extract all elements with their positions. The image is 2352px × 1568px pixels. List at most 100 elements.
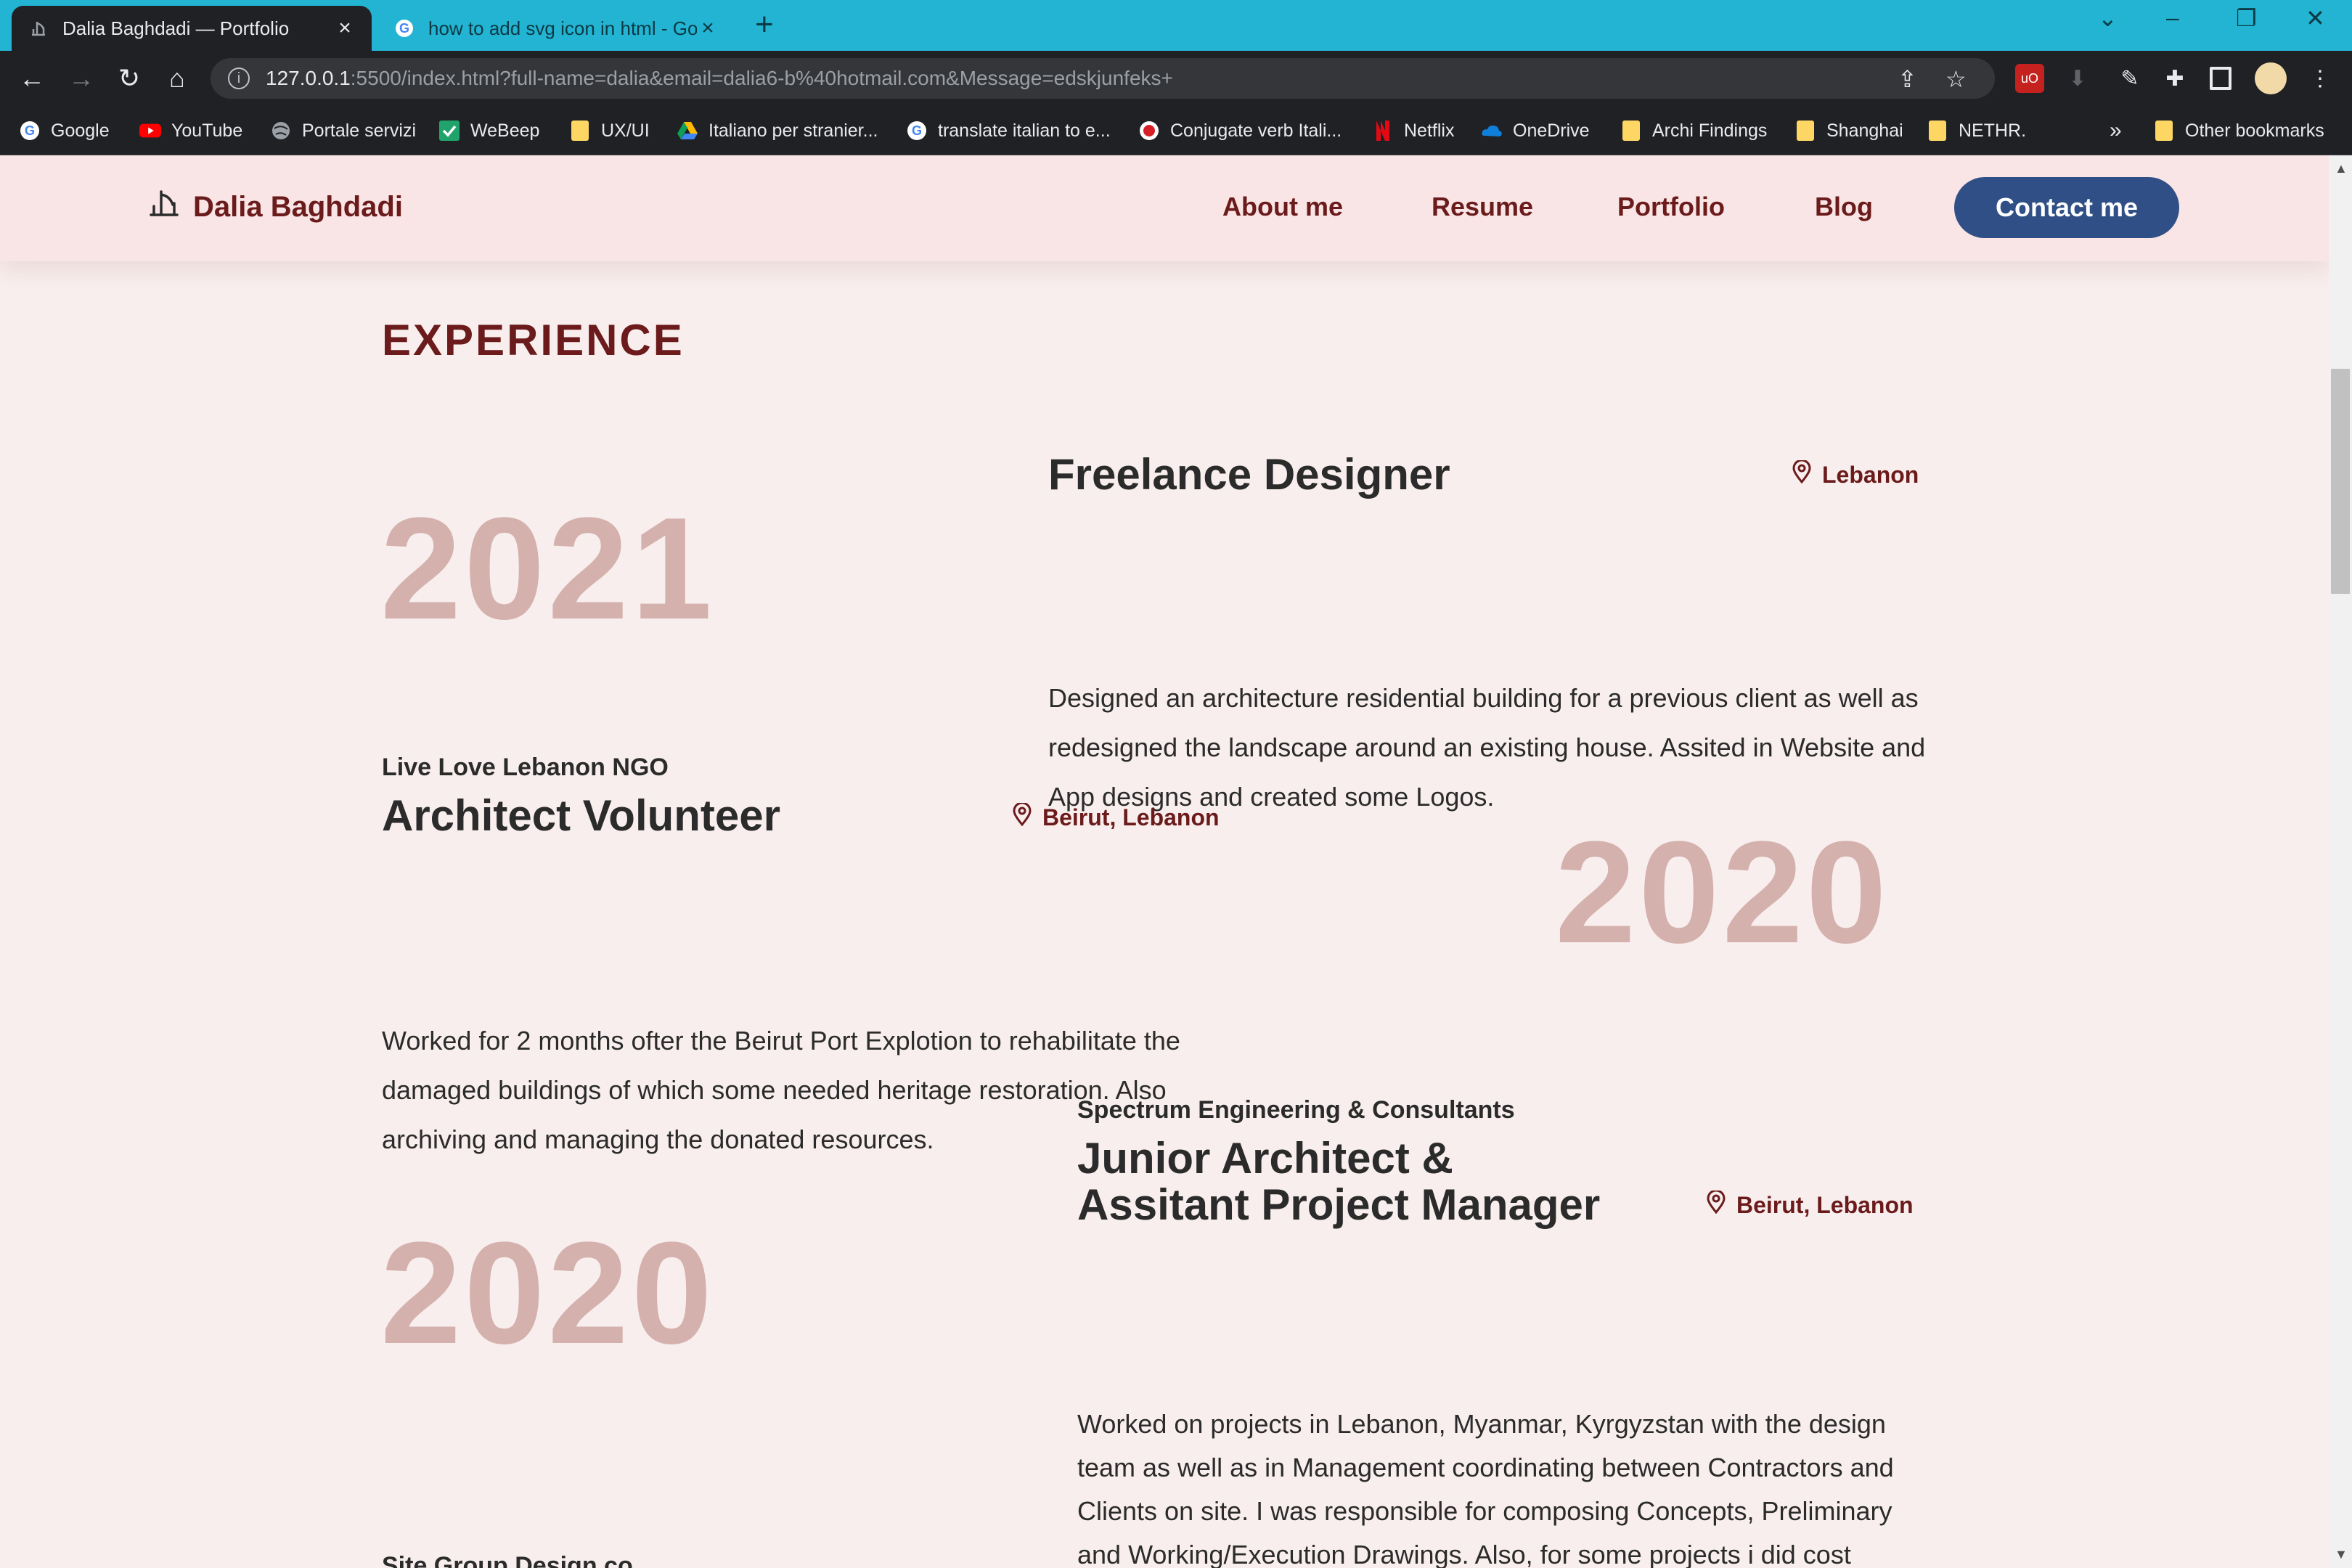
- section-title: EXPERIENCE: [382, 316, 685, 364]
- bookmark-label: UX/UI: [601, 120, 650, 141]
- bookmark-onedrive[interactable]: OneDrive: [1481, 116, 1590, 145]
- bookmarks-overflow-chevron[interactable]: »: [2110, 116, 2122, 145]
- bookmark-star-icon[interactable]: ☆: [1945, 65, 1967, 93]
- nav-blog[interactable]: Blog: [1815, 192, 1873, 222]
- bookmark-label: Other bookmarks: [2185, 120, 2324, 141]
- page-scrollbar[interactable]: ▲ ▼: [2329, 155, 2352, 1568]
- location-pin-icon: [1012, 801, 1032, 832]
- experience-company: Live Love Lebanon NGO: [382, 754, 669, 781]
- close-tab-icon[interactable]: ×: [334, 16, 356, 41]
- contact-me-button[interactable]: Contact me: [1954, 177, 2179, 238]
- folder-icon: [1927, 120, 1948, 142]
- bookmark-translate[interactable]: G translate italian to e...: [906, 116, 1111, 145]
- experience-year: 2021: [380, 488, 715, 650]
- extensions-puzzle-icon[interactable]: ✚: [2160, 64, 2189, 93]
- address-bar[interactable]: i 127.0.0.1 :5500/index.html?full-name=d…: [211, 58, 1995, 99]
- download-icon[interactable]: ⬇: [2063, 64, 2092, 93]
- site-info-icon[interactable]: i: [228, 68, 250, 89]
- cloud-icon: [1481, 120, 1503, 142]
- folder-icon: [2153, 120, 2175, 142]
- experience-year: 2020: [380, 1212, 715, 1374]
- bookmark-netflix[interactable]: Netflix: [1372, 116, 1454, 145]
- site-header: Dalia Baghdadi About me Resume Portfolio…: [0, 155, 2329, 261]
- bookmark-label: NETHR.: [1959, 120, 2027, 141]
- page-viewport: Dalia Baghdadi About me Resume Portfolio…: [0, 155, 2329, 1568]
- menu-kebab-icon[interactable]: ⋮: [2306, 64, 2335, 93]
- close-window-icon[interactable]: ✕: [2306, 4, 2325, 32]
- share-icon[interactable]: ⇪: [1898, 65, 1917, 93]
- tab-search-chevron-icon[interactable]: ⌄: [2098, 4, 2118, 32]
- bookmark-label: Portale servizi: [302, 120, 416, 141]
- bookmark-other[interactable]: Other bookmarks: [2153, 116, 2324, 145]
- bookmark-label: Archi Findings: [1652, 120, 1768, 141]
- bookmark-label: Google: [51, 120, 110, 141]
- bookmark-youtube[interactable]: YouTube: [139, 116, 242, 145]
- reverso-icon: [1138, 120, 1160, 142]
- scrollbar-thumb[interactable]: [2331, 369, 2350, 594]
- bookmark-label: Conjugate verb Itali...: [1170, 120, 1342, 141]
- check-icon: [438, 120, 460, 142]
- svg-text:G: G: [399, 21, 409, 36]
- experience-role-line2: Assitant Project Manager: [1077, 1180, 1601, 1229]
- back-arrow-icon[interactable]: ←: [15, 61, 49, 96]
- close-tab-icon[interactable]: ×: [697, 16, 719, 41]
- bookmark-portale-servizi[interactable]: Portale servizi: [270, 116, 416, 145]
- bookmarks-bar: G Google YouTube Portale servizi WeBeep …: [0, 106, 2352, 155]
- profile-avatar[interactable]: [2255, 62, 2287, 94]
- drive-icon: [677, 120, 698, 142]
- favicon-hand-icon: [28, 17, 49, 39]
- restore-icon[interactable]: ❐: [2236, 4, 2257, 32]
- experience-role-line1: Junior Architect &: [1077, 1134, 1453, 1183]
- location-text: Lebanon: [1822, 461, 1919, 488]
- experience-location: Beirut, Lebanon: [1012, 801, 1220, 832]
- reload-icon[interactable]: ↻: [112, 61, 147, 96]
- google-icon: G: [19, 120, 41, 142]
- experience-location: Lebanon: [1792, 459, 1919, 489]
- nav-resume[interactable]: Resume: [1432, 192, 1533, 222]
- bookmark-folder-archi[interactable]: Archi Findings: [1620, 116, 1767, 145]
- netflix-icon: [1372, 120, 1394, 142]
- folder-icon: [1620, 120, 1642, 142]
- bookmark-google[interactable]: G Google: [19, 116, 110, 145]
- url-path: :5500/index.html?full-name=dalia&email=d…: [350, 67, 1173, 89]
- pen-extension-icon[interactable]: ✎: [2115, 64, 2144, 93]
- experience-company: Site Group Design co.: [382, 1552, 640, 1568]
- home-icon[interactable]: ⌂: [160, 61, 195, 96]
- forward-arrow-icon[interactable]: →: [64, 61, 99, 96]
- scroll-up-arrow-icon[interactable]: ▲: [2335, 161, 2348, 176]
- youtube-icon: [139, 120, 161, 142]
- tab-portfolio[interactable]: Dalia Baghdadi — Portfolio ×: [12, 6, 372, 51]
- experience-description: Designed an architecture residential bui…: [1048, 683, 1926, 812]
- bookmark-webeep[interactable]: WeBeep: [438, 116, 539, 145]
- bookmark-conjugate[interactable]: Conjugate verb Itali...: [1138, 116, 1342, 145]
- bookmark-folder-nethr[interactable]: NETHR.: [1927, 116, 2026, 145]
- bookmark-italiano[interactable]: Italiano per stranier...: [677, 116, 878, 145]
- experience-year: 2020: [1555, 812, 1890, 973]
- bookmark-label: translate italian to e...: [938, 120, 1111, 141]
- bookmark-label: Italiano per stranier...: [709, 120, 878, 141]
- location-pin-icon: [1792, 459, 1812, 489]
- overflow-label: »: [2110, 118, 2122, 142]
- location-text: Beirut, Lebanon: [1042, 804, 1220, 830]
- bookmark-folder-uxui[interactable]: UX/UI: [569, 116, 650, 145]
- site-logo[interactable]: Dalia Baghdadi: [148, 187, 403, 226]
- bookmark-label: OneDrive: [1513, 120, 1590, 141]
- nav-portfolio[interactable]: Portfolio: [1617, 192, 1725, 222]
- bookmark-label: Shanghai: [1826, 120, 1903, 141]
- hand-logo-icon: [148, 187, 180, 226]
- bookmark-folder-shanghai[interactable]: Shanghai: [1794, 116, 1903, 145]
- globe-icon: [270, 120, 292, 142]
- location-pin-icon: [1706, 1189, 1726, 1220]
- minimize-icon[interactable]: –: [2166, 4, 2179, 31]
- url-host: 127.0.0.1: [266, 67, 351, 89]
- folder-icon: [1794, 120, 1816, 142]
- tab-google-search[interactable]: G how to add svg icon in html - Go ×: [377, 6, 735, 51]
- bookmark-label: YouTube: [171, 120, 243, 141]
- side-panel-icon[interactable]: [2210, 67, 2231, 90]
- new-tab-icon[interactable]: +: [755, 9, 774, 41]
- experience-role: Freelance Designer: [1048, 450, 1450, 499]
- nav-about-me[interactable]: About me: [1222, 192, 1343, 222]
- scroll-down-arrow-icon[interactable]: ▼: [2335, 1547, 2348, 1562]
- ublock-icon[interactable]: uO: [2015, 64, 2044, 93]
- logo-text: Dalia Baghdadi: [193, 190, 403, 223]
